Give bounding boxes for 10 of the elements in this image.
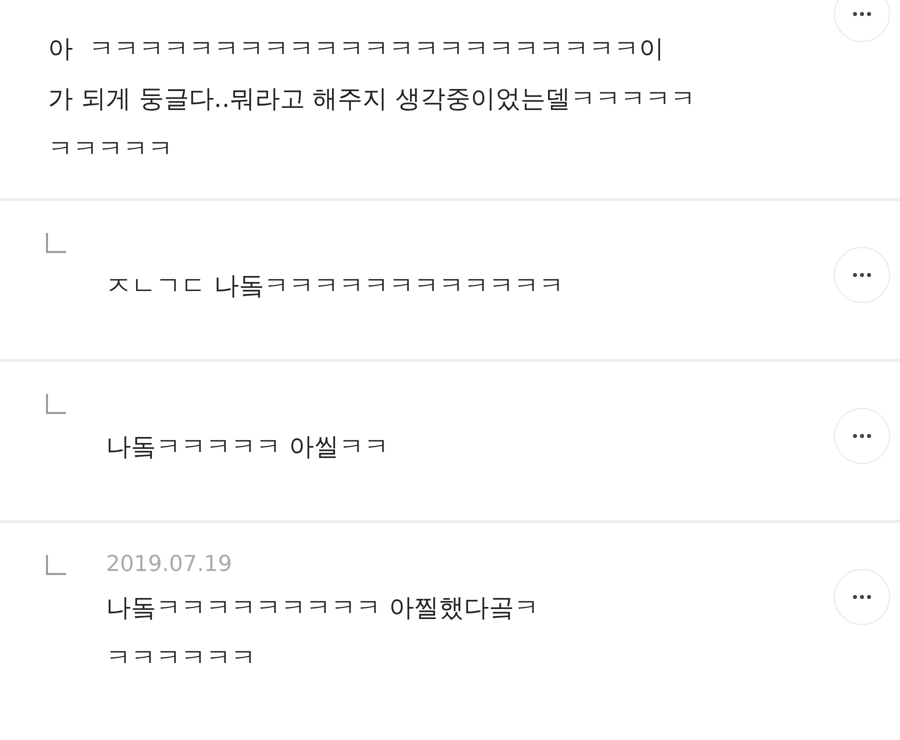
comment-text: 나돜ㅋㅋㅋㅋㅋ 아씰ㅋㅋ — [106, 431, 389, 463]
more-icon — [853, 12, 871, 16]
comment-text: 아 ㅋㅋㅋㅋㅋㅋㅋㅋㅋㅋㅋㅋㅋㅋㅋㅋㅋㅋㅋㅋㅋㅋ이 가 되게 둥글다..뭐라고 해주지 생각중이었는델ㅋㅋㅋㅋㅋ ㅋㅋㅋㅋㅋ — [48, 33, 696, 165]
comment-text: ㅈㄴㄱㄷ 나돜ㅋㅋㅋㅋㅋㅋㅋㅋㅋㅋㅋㅋ — [106, 270, 564, 302]
more-icon — [853, 595, 871, 599]
comment-text: 나돜ㅋㅋㅋㅋㅋㅋㅋㅋㅋ 아찔했다곸ㅋ ㅋㅋㅋㅋㅋㅋ — [106, 592, 539, 674]
comment-date: 2019.07.19 — [106, 551, 233, 579]
more-icon — [853, 273, 871, 277]
more-button[interactable] — [834, 0, 890, 42]
more-icon — [853, 434, 871, 438]
